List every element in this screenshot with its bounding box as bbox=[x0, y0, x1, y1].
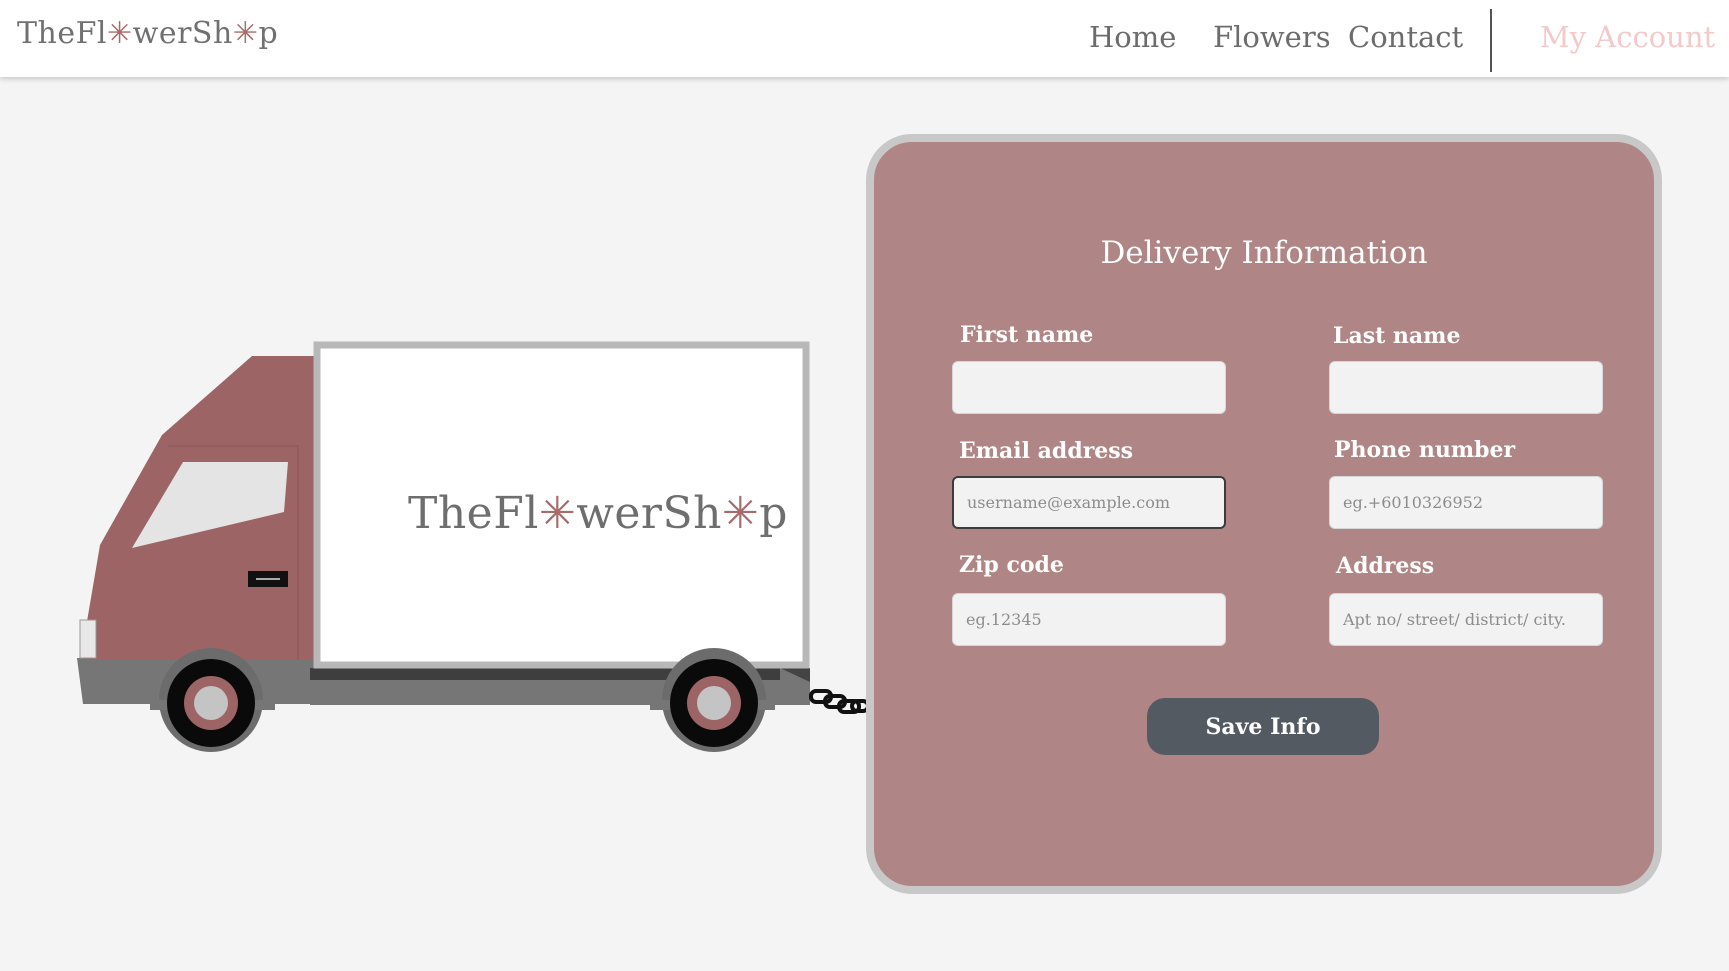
email-label: Email address bbox=[959, 438, 1134, 464]
rear-wheel bbox=[670, 659, 758, 747]
delivery-truck-illustration: TheFl✳werSh✳p bbox=[0, 300, 880, 760]
logo-text-3: p bbox=[258, 16, 279, 51]
form-title: Delivery Information bbox=[1100, 235, 1428, 271]
nav-divider bbox=[1490, 9, 1492, 72]
flower-star-icon: ✳ bbox=[107, 16, 133, 51]
address-input[interactable] bbox=[1329, 593, 1603, 646]
flower-star-icon: ✳ bbox=[232, 16, 259, 51]
truck-logo-text-1: TheFl bbox=[408, 488, 539, 539]
truck-headlight bbox=[79, 619, 97, 659]
logo-text-2: werSh bbox=[132, 16, 233, 51]
delivery-info-card: Delivery Information First name Last nam… bbox=[866, 134, 1662, 894]
phone-label: Phone number bbox=[1334, 437, 1516, 463]
flower-star-icon: ✳ bbox=[721, 488, 760, 539]
save-info-button[interactable]: Save Info bbox=[1147, 698, 1379, 755]
last-name-label: Last name bbox=[1333, 323, 1461, 349]
chain-link-icon bbox=[809, 689, 870, 714]
zip-code-input[interactable] bbox=[952, 593, 1226, 646]
top-navbar: TheFl✳werSh✳p Home Flowers Contact My Ac… bbox=[0, 0, 1729, 77]
email-input[interactable] bbox=[952, 476, 1226, 529]
front-wheel bbox=[167, 659, 255, 747]
truck-logo-text-3: p bbox=[759, 488, 788, 539]
phone-input[interactable] bbox=[1329, 476, 1603, 529]
nav-link-home[interactable]: Home bbox=[1089, 20, 1176, 54]
site-logo[interactable]: TheFl✳werSh✳p bbox=[17, 16, 278, 51]
nav-link-flowers[interactable]: Flowers bbox=[1213, 20, 1331, 54]
flower-star-icon: ✳ bbox=[538, 488, 577, 539]
truck-brand-logo: TheFl✳werSh✳p bbox=[408, 488, 828, 548]
first-name-input[interactable] bbox=[952, 361, 1226, 414]
nav-link-contact[interactable]: Contact bbox=[1348, 20, 1463, 54]
zip-code-label: Zip code bbox=[959, 552, 1064, 578]
first-name-label: First name bbox=[960, 322, 1094, 348]
logo-text-1: TheFl bbox=[17, 16, 107, 51]
nav-link-my-account[interactable]: My Account bbox=[1540, 20, 1715, 54]
truck-door-handle-line bbox=[256, 578, 280, 580]
page: TheFl✳werSh✳p Home Flowers Contact My Ac… bbox=[0, 0, 1729, 971]
truck-logo-text-2: werSh bbox=[576, 488, 722, 539]
last-name-input[interactable] bbox=[1329, 361, 1603, 414]
address-label: Address bbox=[1336, 553, 1435, 579]
